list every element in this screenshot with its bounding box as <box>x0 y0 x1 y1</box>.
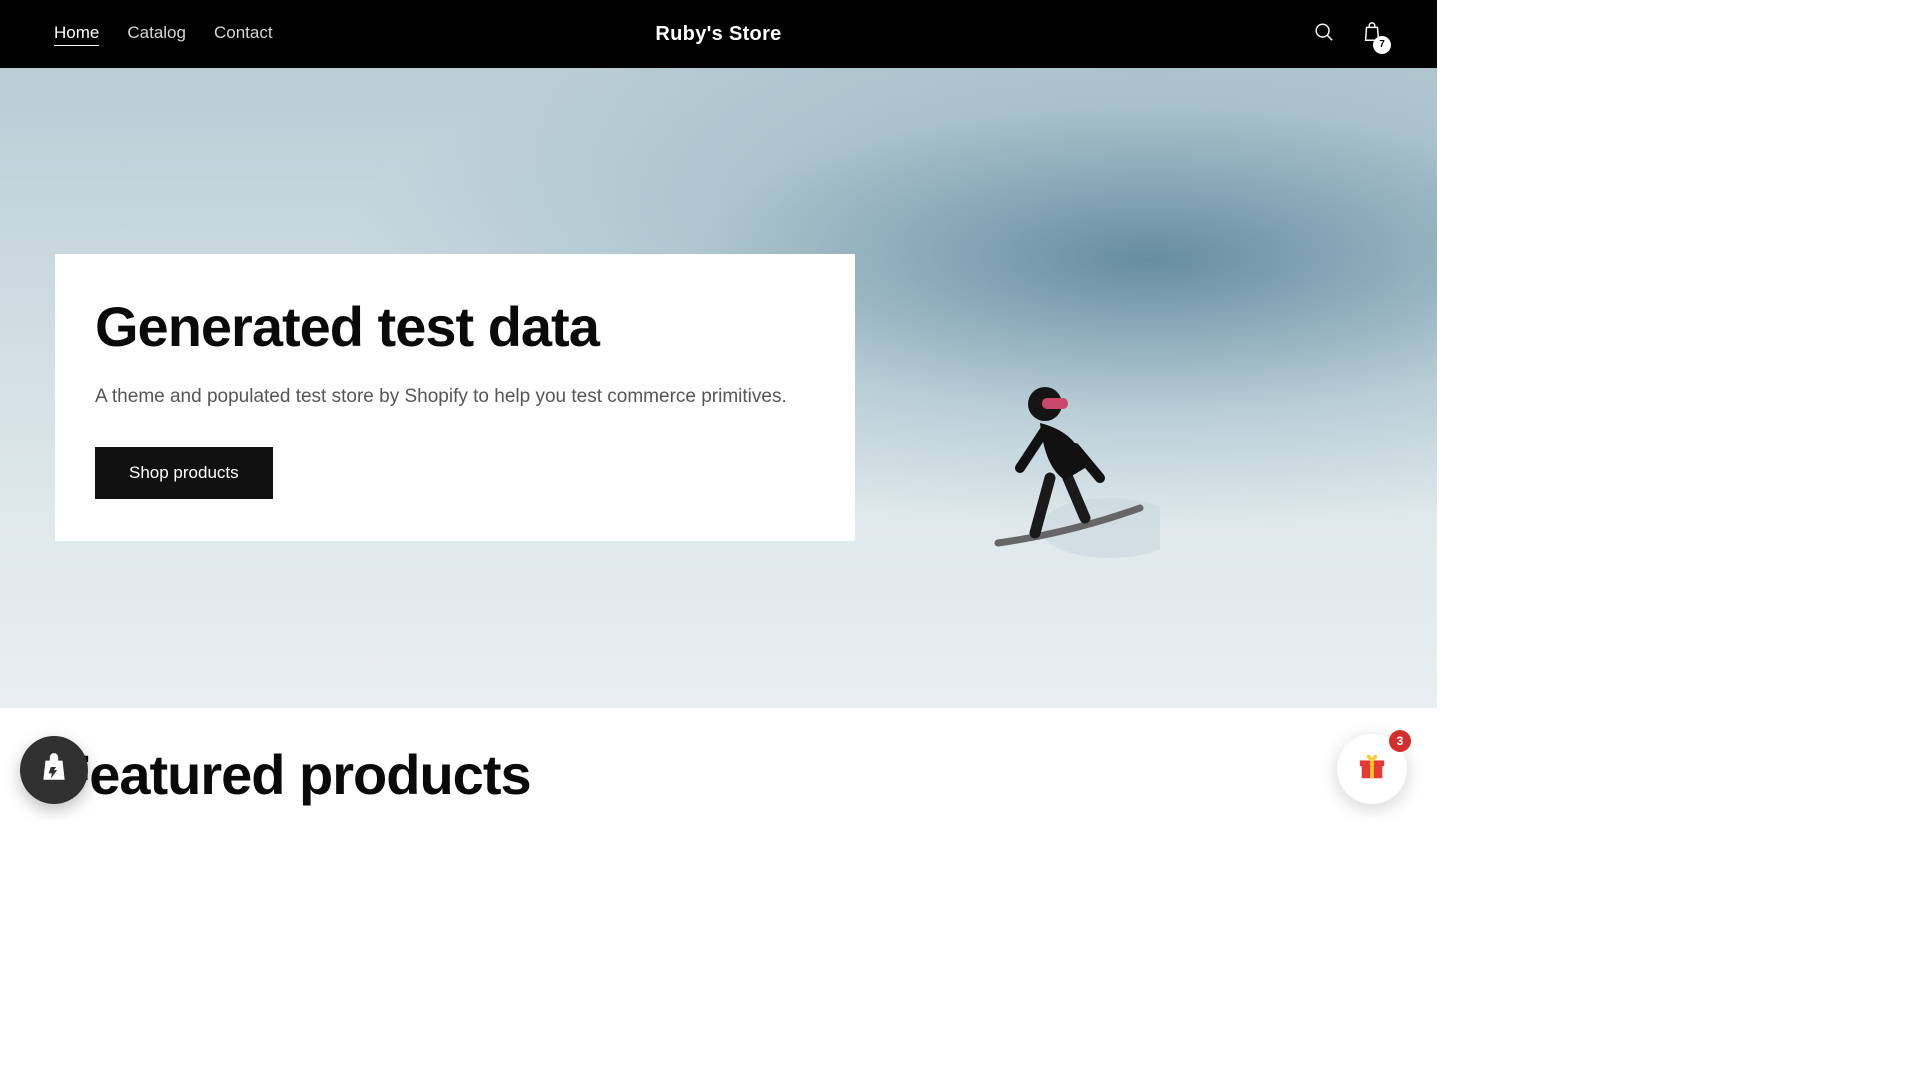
topbar-right: 7 <box>1313 21 1383 48</box>
shopify-chat-widget[interactable] <box>20 736 88 804</box>
search-icon <box>1313 21 1335 48</box>
shop-products-button[interactable]: Shop products <box>95 447 273 499</box>
nav-link-catalog[interactable]: Catalog <box>127 23 186 46</box>
featured-heading: Featured products <box>56 742 1381 807</box>
nav-link-home[interactable]: Home <box>54 23 99 46</box>
search-button[interactable] <box>1313 21 1335 48</box>
hero-section: Generated test data A theme and populate… <box>0 68 1437 708</box>
hero-subheading: A theme and populated test store by Shop… <box>95 383 815 411</box>
nav-link-contact[interactable]: Contact <box>214 23 273 46</box>
topbar: Home Catalog Contact Ruby's Store 7 <box>0 0 1437 68</box>
gift-count-badge: 3 <box>1389 730 1411 752</box>
hero-heading: Generated test data <box>95 294 815 359</box>
store-title[interactable]: Ruby's Store <box>655 23 781 46</box>
featured-section: Featured products <box>0 708 1437 820</box>
cart-count-badge: 7 <box>1373 36 1391 54</box>
shopify-bag-icon <box>37 751 71 790</box>
hero-illustration <box>990 368 1160 568</box>
gift-icon <box>1357 752 1387 787</box>
cart-button[interactable]: 7 <box>1361 21 1383 48</box>
hero-card: Generated test data A theme and populate… <box>55 254 855 541</box>
page-viewport[interactable]: Home Catalog Contact Ruby's Store 7 <box>0 0 1437 820</box>
main-nav: Home Catalog Contact <box>54 23 273 46</box>
gift-widget[interactable]: 3 <box>1337 734 1407 804</box>
